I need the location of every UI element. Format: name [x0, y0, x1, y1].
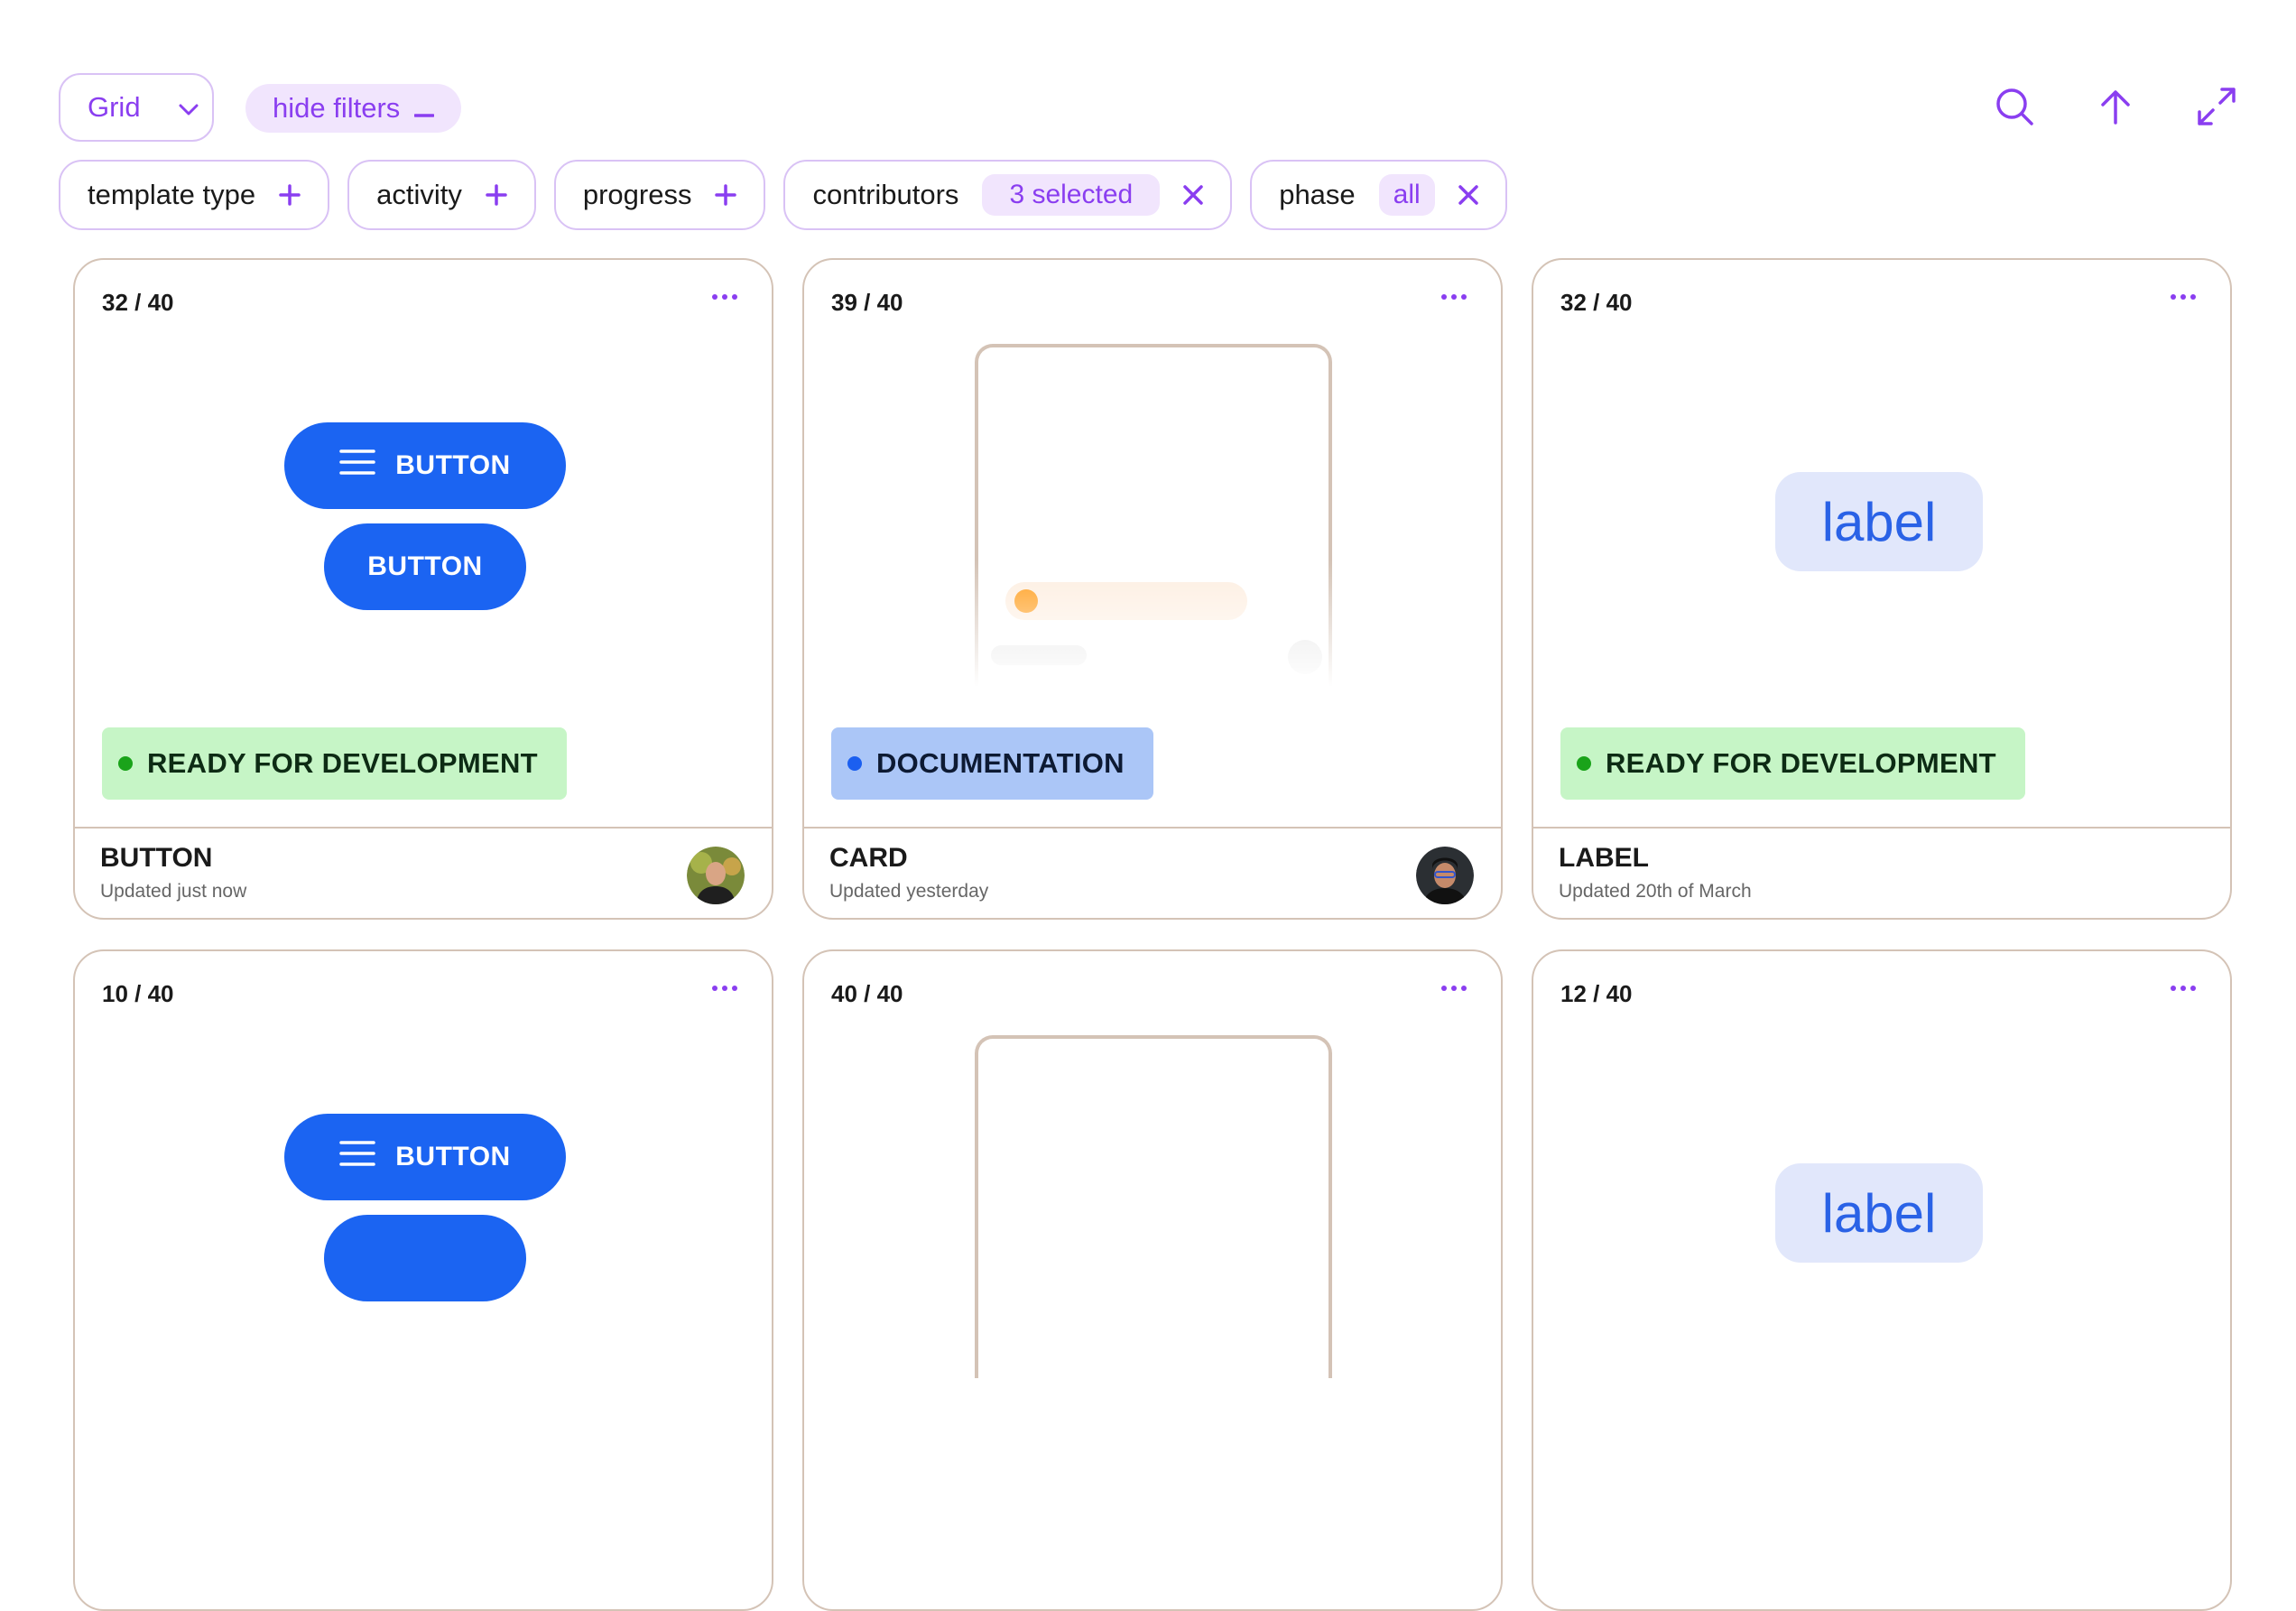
progress-count: 39 / 40 [831, 289, 903, 316]
view-select-value: Grid [88, 91, 141, 123]
card-preview [975, 1035, 1332, 1378]
component-card-card[interactable]: 39 / 40 DOCUMENTATION CARD Updated yeste… [802, 258, 1503, 920]
more-options-icon[interactable] [2171, 294, 2196, 300]
avatar[interactable] [687, 847, 745, 904]
search-icon[interactable] [1994, 86, 2035, 127]
plus-icon[interactable] [279, 184, 301, 206]
expand-icon[interactable] [2196, 86, 2237, 127]
status-label: DOCUMENTATION [876, 747, 1125, 779]
label-preview: label [1775, 1163, 1983, 1263]
updated-time: Updated yesterday [829, 881, 989, 902]
component-card[interactable]: 10 / 40 BUTTON [73, 949, 773, 1611]
updated-time: Updated 20th of March [1559, 881, 1752, 902]
plus-icon[interactable] [486, 184, 507, 206]
filter-badge: 3 selected [982, 174, 1161, 216]
card-footer: BUTTON Updated just now [75, 827, 772, 918]
label-preview: label [1775, 472, 1983, 571]
status-label: READY FOR DEVELOPMENT [147, 747, 538, 779]
updated-time: Updated just now [100, 881, 247, 902]
component-name: CARD [829, 843, 908, 873]
avatar[interactable] [1416, 847, 1474, 904]
progress-count: 12 / 40 [1560, 980, 1633, 1007]
filter-label: phase [1279, 179, 1356, 210]
component-card[interactable]: 40 / 40 [802, 949, 1503, 1611]
component-name: LABEL [1559, 843, 1649, 873]
filter-phase[interactable]: phase all [1250, 160, 1507, 230]
more-options-icon[interactable] [1441, 986, 1467, 991]
status-label: READY FOR DEVELOPMENT [1606, 747, 1996, 779]
more-options-icon[interactable] [712, 294, 737, 300]
component-card-label[interactable]: 32 / 40 label READY FOR DEVELOPMENT LABE… [1532, 258, 2232, 920]
button-preview-label: BUTTON [395, 450, 511, 480]
progress-count: 40 / 40 [831, 980, 903, 1007]
filter-label: template type [88, 179, 256, 210]
progress-count: 32 / 40 [102, 289, 174, 316]
filter-activity[interactable]: activity [347, 160, 536, 230]
view-select[interactable]: Grid [59, 73, 214, 142]
arrow-up-icon[interactable] [2095, 86, 2136, 127]
hide-filters-label: hide filters [273, 92, 401, 124]
status-badge: READY FOR DEVELOPMENT [1560, 727, 2025, 800]
progress-count: 10 / 40 [102, 980, 174, 1007]
chevron-down-icon [179, 91, 199, 124]
more-options-icon[interactable] [1441, 294, 1467, 300]
more-options-icon[interactable] [712, 986, 737, 991]
component-name: BUTTON [100, 843, 213, 873]
more-options-icon[interactable] [2171, 986, 2196, 991]
hide-filters-button[interactable]: hide filters [245, 84, 462, 133]
menu-icon [339, 449, 376, 483]
status-dot [118, 756, 133, 771]
menu-icon [339, 1140, 376, 1174]
close-icon[interactable] [1458, 185, 1478, 205]
toolbar: Grid hide filters [59, 73, 2237, 144]
card-footer: LABEL Updated 20th of March [1533, 827, 2230, 918]
filter-label: activity [376, 179, 462, 210]
component-card-button[interactable]: 32 / 40 BUTTON BUTTON READY FOR DEVELOPM… [73, 258, 773, 920]
filter-badge: all [1378, 174, 1435, 216]
status-dot [1577, 756, 1591, 771]
filter-label: contributors [812, 179, 959, 210]
card-preview [975, 344, 1332, 687]
toolbar-actions [1994, 86, 2237, 127]
status-badge: DOCUMENTATION [831, 727, 1153, 800]
button-preview-label: BUTTON [395, 1142, 511, 1171]
status-badge: READY FOR DEVELOPMENT [102, 727, 567, 800]
progress-count: 32 / 40 [1560, 289, 1633, 316]
button-preview: BUTTON [324, 523, 526, 610]
filter-bar: template type activity progress contribu… [59, 160, 1507, 230]
plus-icon[interactable] [715, 184, 737, 206]
card-footer: CARD Updated yesterday [804, 827, 1501, 918]
filter-template-type[interactable]: template type [59, 160, 330, 230]
filter-progress[interactable]: progress [553, 160, 766, 230]
button-preview-with-icon: BUTTON [284, 422, 566, 509]
filter-label: progress [582, 179, 692, 210]
close-icon[interactable] [1183, 185, 1203, 205]
minus-icon [413, 92, 436, 125]
button-preview-with-icon: BUTTON [284, 1114, 566, 1200]
status-dot [847, 756, 862, 771]
button-preview-label: BUTTON [367, 551, 483, 581]
component-card[interactable]: 12 / 40 label [1532, 949, 2232, 1611]
button-preview [324, 1215, 526, 1301]
filter-contributors[interactable]: contributors 3 selected [783, 160, 1233, 230]
